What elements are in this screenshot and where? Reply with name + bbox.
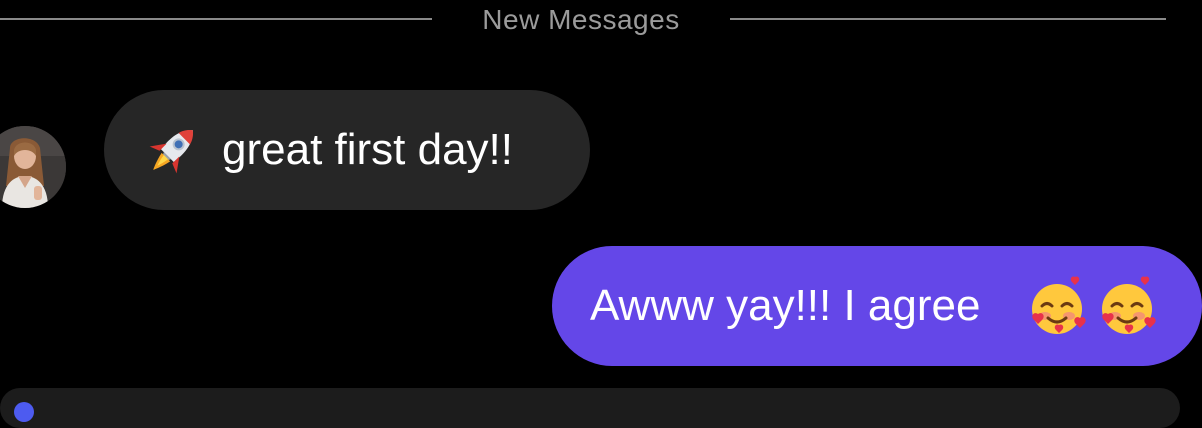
new-messages-divider: New Messages (0, 0, 1202, 40)
message-composer[interactable] (0, 388, 1180, 428)
outgoing-message-text: Awww yay!!! I agree (590, 281, 981, 330)
outgoing-message-bubble[interactable]: Awww yay!!! I agree (552, 246, 1202, 366)
rocket-icon (142, 120, 204, 180)
composer-icon[interactable] (14, 402, 34, 422)
smiling-face-with-hearts-icon (1026, 276, 1088, 338)
incoming-message-bubble[interactable]: great first day!! (104, 90, 590, 210)
avatar-photo (0, 126, 66, 208)
avatar-image (0, 126, 66, 208)
smiling-face-with-hearts-icon (1096, 276, 1158, 338)
new-messages-label: New Messages (482, 4, 680, 35)
incoming-message-text: great first day!! (222, 125, 514, 174)
divider-line-right (730, 18, 1166, 20)
avatar[interactable] (0, 126, 66, 210)
divider-line-left (0, 18, 432, 20)
